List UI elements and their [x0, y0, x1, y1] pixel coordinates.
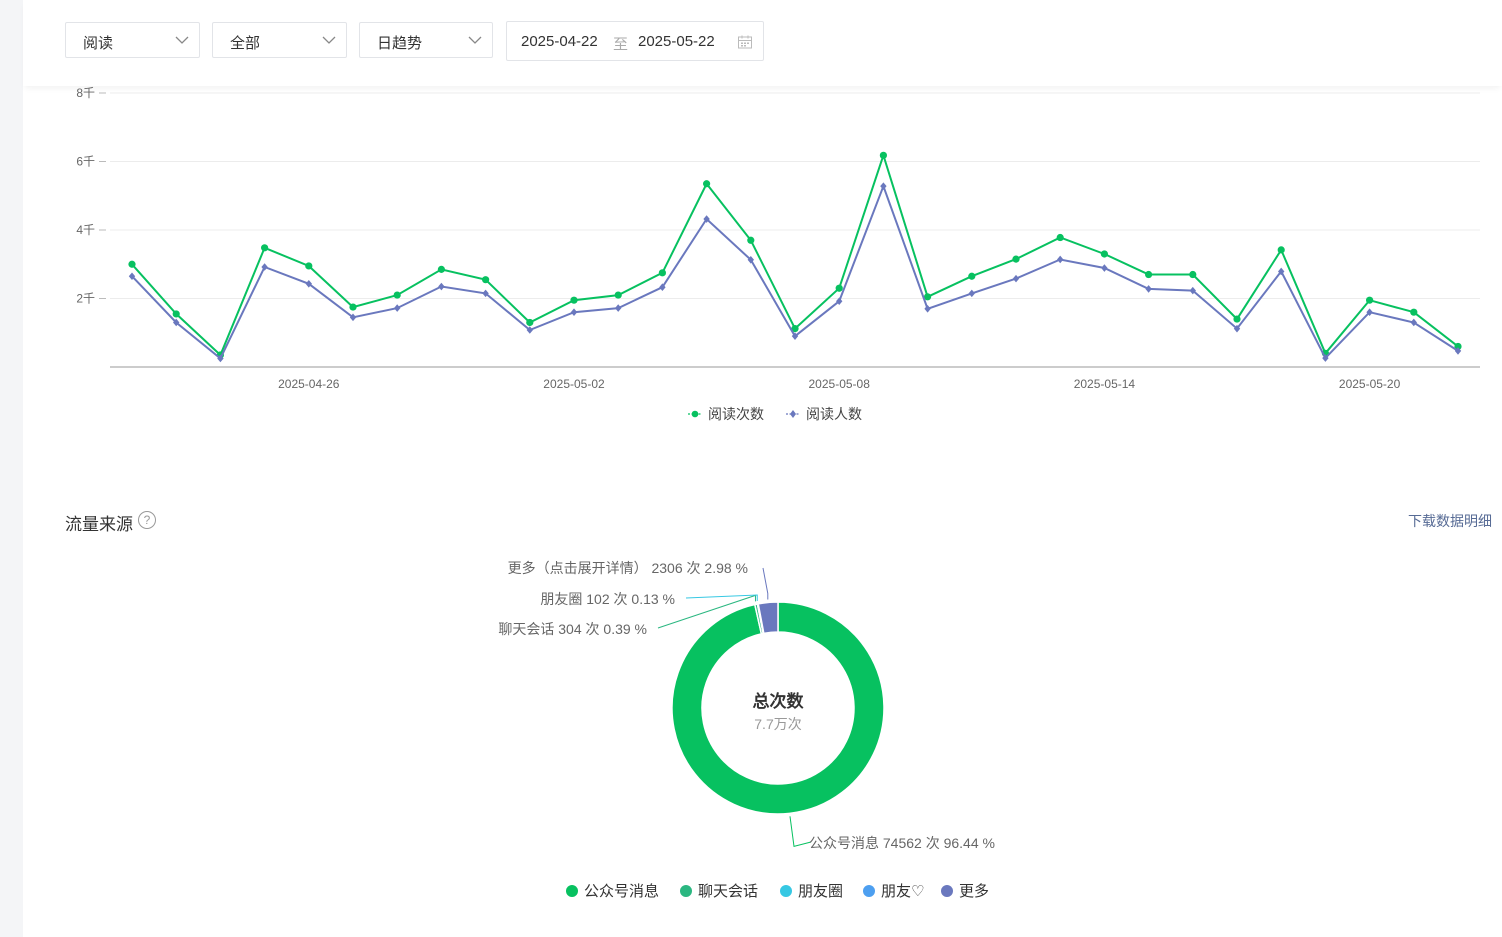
data-point: [968, 272, 976, 280]
data-point: [615, 304, 622, 312]
donut-center-title: 总次数: [753, 691, 805, 711]
data-point: [1277, 246, 1285, 254]
date-start[interactable]: 2025-04-22: [521, 33, 598, 50]
chevron-down-icon: [175, 36, 189, 44]
data-point: [968, 289, 975, 298]
data-point: [570, 308, 578, 316]
data-point: [128, 260, 136, 268]
traffic-source-title: 流量来源: [65, 515, 133, 534]
slice-label: 朋友圈 102 次 0.13 %: [540, 591, 675, 607]
legend-marker: [790, 410, 796, 418]
legend-label: 更多: [959, 883, 990, 900]
legend-marker: [691, 410, 699, 418]
data-point: [879, 151, 888, 159]
chevron-down-icon: [322, 36, 336, 44]
data-point: [1145, 285, 1152, 293]
legend-dot: [863, 885, 875, 897]
date-end[interactable]: 2025-05-22: [638, 33, 715, 50]
data-point: [1056, 233, 1064, 242]
legend-dot: [780, 885, 792, 897]
legend-item[interactable]: 朋友圈: [780, 880, 843, 901]
data-point: [1410, 318, 1417, 327]
slice-label: 公众号消息 74562 次 96.44 %: [809, 835, 995, 851]
data-point: [526, 318, 534, 327]
legend-label: 阅读次数: [708, 406, 764, 422]
granularity-select-label: 日趋势: [377, 35, 423, 52]
data-point: [924, 304, 931, 313]
y-tick-label: 6千: [76, 155, 95, 169]
slice-label: 聊天会话 304 次 0.39 %: [498, 621, 647, 637]
data-point: [1366, 296, 1374, 304]
reads-trend-chart: 8千 6千 4千 2千 2025-04-26 2025-05-02 2025-05-08 20…: [76, 86, 1480, 422]
data-point: [880, 182, 887, 190]
donut-center-value: 7.7万次: [754, 716, 801, 732]
help-icon[interactable]: ?: [138, 511, 156, 529]
legend-label: 聊天会话: [698, 883, 759, 900]
data-point: [1057, 255, 1064, 264]
data-point: [482, 276, 490, 284]
x-tick-label: 2025-05-14: [1074, 377, 1136, 391]
x-tick-label: 2025-05-08: [809, 377, 871, 391]
data-point: [1410, 308, 1418, 316]
content-panel: 阅读 全部 日趋势 2025-04-22 至 2025-05-22 8千 6千 4千: [23, 0, 1502, 937]
date-separator: 至: [613, 36, 629, 53]
legend-dot: [941, 885, 953, 897]
data-point: [393, 291, 401, 299]
legend-dot: [680, 885, 692, 897]
leader-line: [789, 816, 812, 847]
data-point: [172, 310, 180, 318]
legend-label: 阅读人数: [806, 406, 862, 422]
traffic-source-donut-chart: 公众号消息 74562 次 96.44 % 聊天会话 304 次 0.39 % 朋友…: [498, 560, 995, 851]
slice-label: 更多（点击展开详情） 2306 次 2.98 %: [508, 560, 748, 576]
x-tick-label: 2025-04-26: [278, 377, 340, 391]
data-point: [1189, 270, 1197, 279]
y-tick-label: 4千: [76, 223, 95, 237]
legend-label: 公众号消息: [584, 883, 660, 900]
data-point: [1101, 264, 1108, 272]
data-point: [614, 291, 622, 299]
data-point: [658, 269, 667, 277]
scope-select-label: 全部: [230, 35, 261, 52]
legend-item[interactable]: 公众号消息: [566, 880, 659, 901]
x-tick-label: 2025-05-02: [543, 377, 605, 391]
legend-item[interactable]: 朋友♡: [863, 880, 924, 901]
x-tick-label: 2025-05-20: [1339, 377, 1401, 391]
leader-line: [762, 567, 769, 600]
legend-item[interactable]: 聊天会话: [680, 880, 758, 901]
legend-item[interactable]: 更多: [941, 880, 989, 901]
metric-select-label: 阅读: [83, 35, 114, 52]
calendar-icon[interactable]: [737, 34, 753, 50]
data-point: [438, 282, 445, 291]
data-point: [437, 265, 445, 273]
filter-toolbar: 阅读 全部 日趋势 2025-04-22 至 2025-05-22: [23, 0, 1502, 86]
legend-label: 朋友♡: [881, 883, 925, 900]
data-point: [1100, 250, 1108, 258]
date-range-picker[interactable]: 2025-04-22 至 2025-05-22: [506, 21, 764, 61]
granularity-select[interactable]: 日趋势: [359, 22, 493, 58]
chevron-down-icon: [468, 36, 482, 44]
data-point: [305, 262, 313, 270]
data-point: [1012, 274, 1020, 283]
data-point: [349, 303, 357, 311]
data-point: [835, 284, 843, 292]
legend-label: 朋友圈: [798, 883, 844, 900]
data-point: [570, 296, 578, 304]
data-point: [1145, 270, 1153, 279]
download-detail-link[interactable]: 下载数据明细: [1408, 511, 1492, 531]
data-point: [1012, 255, 1020, 263]
scope-select[interactable]: 全部: [212, 22, 347, 58]
metric-select[interactable]: 阅读: [65, 22, 200, 58]
data-point: [261, 244, 269, 252]
legend-dot: [566, 885, 578, 897]
y-tick-label: 8千: [76, 86, 95, 100]
data-point: [747, 236, 755, 244]
data-point: [394, 304, 401, 312]
y-tick-label: 2千: [76, 292, 95, 306]
data-point: [703, 180, 711, 188]
data-point: [1233, 315, 1241, 323]
